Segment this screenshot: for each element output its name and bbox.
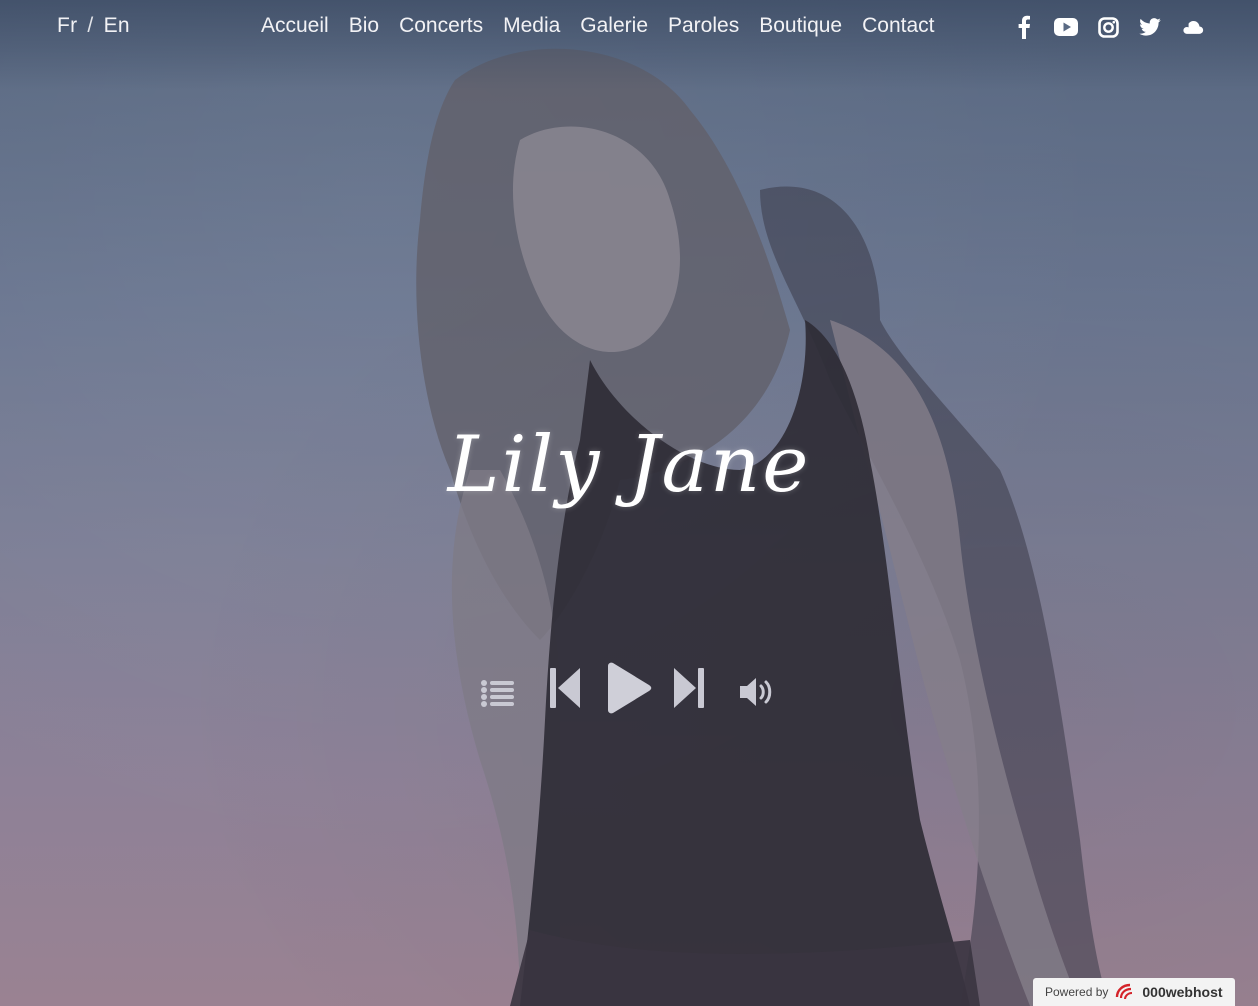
- main-nav: Accueil Bio Concerts Media Galerie Parol…: [261, 14, 934, 38]
- artist-name: Lily Jane: [447, 420, 811, 511]
- nav-item-bio[interactable]: Bio: [349, 14, 379, 38]
- nav-item-contact[interactable]: Contact: [862, 14, 934, 38]
- youtube-icon[interactable]: [1054, 14, 1078, 40]
- badge-brand: 000webhost: [1142, 984, 1223, 1000]
- nav-item-concerts[interactable]: Concerts: [399, 14, 483, 38]
- lang-separator: /: [87, 14, 94, 37]
- nav-item-galerie[interactable]: Galerie: [580, 14, 648, 38]
- instagram-icon[interactable]: [1096, 14, 1120, 40]
- lang-en-link[interactable]: En: [104, 14, 130, 38]
- next-icon[interactable]: [672, 666, 706, 710]
- volume-icon[interactable]: [738, 676, 778, 708]
- play-icon[interactable]: [604, 662, 652, 714]
- nav-item-boutique[interactable]: Boutique: [759, 14, 842, 38]
- nav-item-accueil[interactable]: Accueil: [261, 14, 329, 38]
- webhost-logo-icon: [1116, 983, 1133, 1000]
- nav-item-media[interactable]: Media: [503, 14, 560, 38]
- previous-icon[interactable]: [548, 666, 582, 710]
- soundcloud-icon[interactable]: [1180, 14, 1204, 40]
- badge-prefix: Powered by: [1045, 985, 1109, 999]
- audio-player: [480, 660, 780, 720]
- facebook-icon[interactable]: [1012, 14, 1036, 40]
- nav-item-paroles[interactable]: Paroles: [668, 14, 739, 38]
- hosting-badge[interactable]: Powered by 000webhost: [1033, 978, 1235, 1006]
- twitter-icon[interactable]: [1138, 14, 1162, 40]
- social-links: [1012, 14, 1204, 40]
- language-switcher: Fr / En: [57, 14, 130, 38]
- lang-fr-link[interactable]: Fr: [57, 14, 77, 38]
- playlist-icon[interactable]: [480, 678, 516, 708]
